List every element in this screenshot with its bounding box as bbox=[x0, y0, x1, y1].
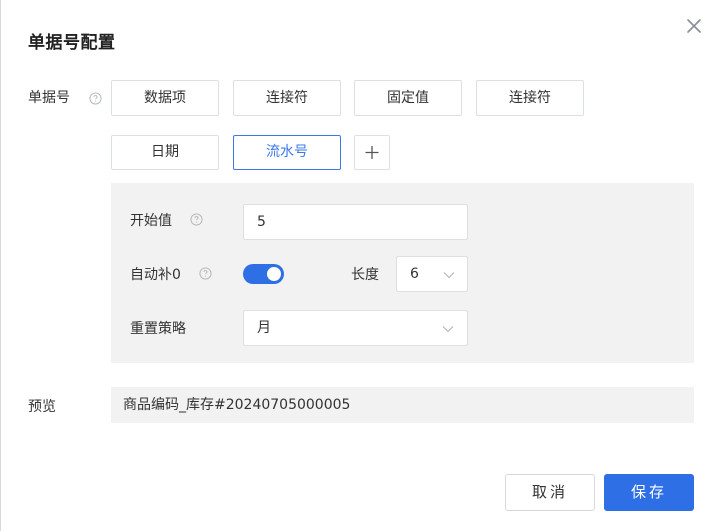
start-value-input[interactable]: 5 bbox=[243, 204, 468, 240]
dialog-title: 单据号配置 bbox=[28, 33, 116, 53]
segment-connector-2[interactable]: 连接符 bbox=[476, 80, 584, 116]
preview-label: 预览 bbox=[28, 399, 56, 415]
save-button[interactable]: 保存 bbox=[604, 474, 694, 511]
segment-fixed-value[interactable]: 固定值 bbox=[354, 80, 462, 116]
doc-number-config-dialog: 单据号配置 单据号 数据项 连接符 固定值 连接符 日期 流水号 开始值 5 自… bbox=[0, 0, 719, 531]
reset-policy-label: 重置策略 bbox=[130, 321, 186, 337]
cancel-button[interactable]: 取消 bbox=[505, 474, 595, 511]
window-edge bbox=[0, 0, 1, 531]
auto-pad-label: 自动补0 bbox=[130, 267, 181, 283]
chevron-down-icon bbox=[443, 272, 455, 279]
preview-value: 商品编码_库存#20240705000005 bbox=[111, 387, 694, 423]
auto-pad-toggle[interactable] bbox=[243, 264, 284, 284]
length-value: 6 bbox=[410, 266, 419, 282]
start-value-label: 开始值 bbox=[130, 213, 172, 229]
plus-icon bbox=[365, 146, 379, 159]
length-select[interactable]: 6 bbox=[396, 256, 468, 292]
toggle-knob bbox=[267, 267, 281, 281]
length-label: 长度 bbox=[351, 267, 379, 283]
add-segment-button[interactable] bbox=[354, 135, 390, 170]
question-circle-icon bbox=[89, 92, 102, 105]
segment-connector-1[interactable]: 连接符 bbox=[233, 80, 341, 116]
question-circle-icon bbox=[199, 267, 212, 280]
reset-policy-select[interactable]: 月 bbox=[243, 310, 468, 346]
close-icon[interactable] bbox=[684, 16, 704, 36]
segment-date[interactable]: 日期 bbox=[111, 135, 219, 170]
question-circle-icon bbox=[190, 213, 203, 226]
segment-serial-number[interactable]: 流水号 bbox=[233, 135, 341, 170]
segment-data-item[interactable]: 数据项 bbox=[111, 80, 219, 116]
chevron-down-icon bbox=[442, 326, 454, 333]
reset-policy-value: 月 bbox=[257, 320, 271, 336]
doc-number-label: 单据号 bbox=[28, 90, 70, 106]
